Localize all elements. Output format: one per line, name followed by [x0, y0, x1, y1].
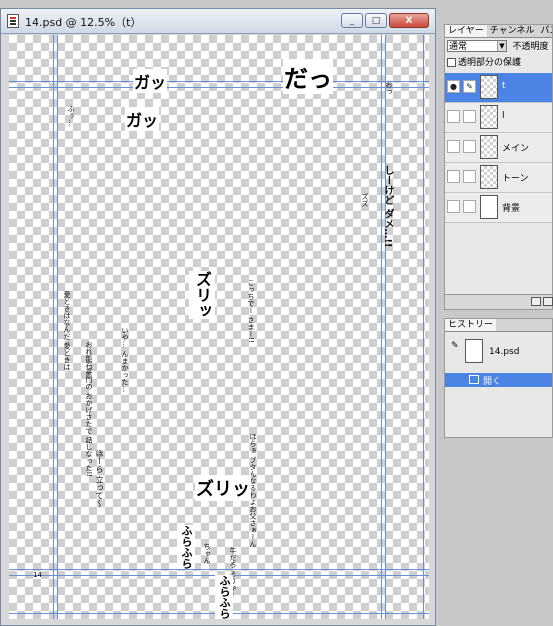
dialogue-text: 愛ときはなんだ 愛ときは	[63, 291, 71, 371]
document-title-bar[interactable]: 14.psd @ 12.5%（t） _ □ X	[1, 9, 435, 34]
sfx-text: ガッ	[133, 69, 168, 93]
link-toggle[interactable]	[463, 140, 476, 153]
sfx-text: ふらふら	[215, 575, 233, 619]
sfx-text: ふらふら	[177, 525, 195, 569]
document-canvas[interactable]: ガッ ガッ だっ おっ ふぅ… しーけど ダメ…!! ズズ ズリッ こっちでー …	[9, 35, 429, 619]
dialogue-text: おれ能石豪門の おかげさたで 詰しなった!!	[85, 341, 93, 478]
guide-line	[423, 35, 424, 619]
visibility-toggle[interactable]	[447, 200, 460, 213]
link-toggle[interactable]	[463, 170, 476, 183]
maximize-button[interactable]: □	[365, 13, 387, 28]
lock-transparency-label: 透明部分の保護	[458, 58, 522, 67]
chevron-down-icon: ▼	[497, 41, 506, 51]
visibility-toggle[interactable]	[447, 110, 460, 123]
dialogue-text: おっ	[385, 81, 393, 95]
layer-thumbnail	[480, 105, 498, 129]
history-panel-tabs: ヒストリー	[445, 319, 552, 332]
layers-list: ● ✎ t l メイン トーン 背景	[445, 73, 552, 223]
link-toggle[interactable]	[463, 110, 476, 123]
document-title: 14.psd @ 12.5%（t）	[25, 16, 142, 29]
sfx-text: ズリッ	[195, 475, 251, 501]
sfx-text: ガッ	[125, 107, 160, 131]
minimize-button[interactable]: _	[341, 13, 363, 28]
blend-mode-select[interactable]: 通常 ▼	[447, 40, 507, 52]
dialogue-text: ほーら 立って〜	[95, 449, 104, 508]
page-number: 14	[33, 571, 42, 579]
dialogue-text: ズズ	[361, 193, 369, 207]
guide-line	[9, 87, 429, 88]
document-window: 14.psd @ 12.5%（t） _ □ X ガッ ガッ だっ おっ ふぅ… …	[0, 8, 436, 626]
visibility-toggle[interactable]	[447, 170, 460, 183]
sfx-text: ズリッ	[189, 271, 215, 319]
dialogue-text: いや… んまかった…	[121, 327, 129, 393]
layers-panel-footer	[445, 294, 553, 309]
layer-thumbnail	[480, 75, 498, 99]
layer-name: t	[502, 81, 506, 91]
tab-layers[interactable]: レイヤー	[445, 25, 487, 37]
layer-row[interactable]: l	[445, 103, 552, 133]
dialogue-text: こっちでー さまー!!	[247, 279, 255, 343]
tab-paths[interactable]: パス	[537, 25, 552, 37]
lock-row: 透明部分の保護	[447, 55, 552, 67]
dialogue-text: しーけど ダメ…!!	[382, 165, 393, 248]
dialogue-text: ちゃん	[203, 543, 211, 564]
workspace-background	[444, 446, 553, 626]
layer-name: メイン	[502, 144, 530, 154]
opacity-label: 不透明度	[512, 42, 549, 52]
layer-row[interactable]: 背景	[445, 193, 552, 223]
delete-layer-icon[interactable]	[543, 297, 553, 306]
history-state-row[interactable]: 開く	[445, 373, 552, 387]
guide-line	[9, 81, 429, 82]
layer-row[interactable]: メイン	[445, 133, 552, 163]
close-button[interactable]: X	[389, 13, 429, 28]
guide-line	[57, 35, 58, 619]
layer-thumbnail	[480, 165, 498, 189]
psd-document-icon	[7, 14, 19, 28]
snapshot-brush-icon[interactable]: ✎	[451, 341, 461, 353]
blend-mode-value: 通常	[449, 42, 468, 52]
history-panel: ヒストリー ✎ 14.psd 開く	[444, 318, 553, 438]
new-layer-icon[interactable]	[531, 297, 541, 306]
layers-panel: レイヤーチャンネルパス 通常 ▼ 不透明度 透明部分の保護 ● ✎ t l メイン	[444, 24, 553, 310]
layer-thumbnail	[480, 135, 498, 159]
guide-line	[9, 569, 429, 570]
eye-icon[interactable]: ●	[447, 80, 460, 93]
layer-name: l	[502, 111, 505, 121]
layer-name: 背景	[502, 204, 521, 214]
tab-history[interactable]: ヒストリー	[445, 319, 497, 331]
layer-row[interactable]: トーン	[445, 163, 552, 193]
lock-transparency-checkbox[interactable]	[447, 58, 456, 67]
history-state-label: 開く	[483, 377, 502, 387]
guide-line	[381, 35, 382, 619]
window-controls: _ □ X	[341, 13, 429, 28]
link-toggle[interactable]	[463, 200, 476, 213]
dialogue-text: ふぅ…	[67, 105, 75, 126]
sfx-text: だっ	[283, 59, 333, 94]
layer-name: トーン	[502, 174, 529, 184]
brush-icon[interactable]: ✎	[463, 80, 476, 93]
snapshot-thumbnail[interactable]	[465, 339, 483, 363]
layer-thumbnail	[480, 195, 498, 219]
open-document-icon	[469, 375, 479, 384]
visibility-toggle[interactable]	[447, 140, 460, 153]
guide-line	[53, 35, 54, 619]
layers-panel-tabs: レイヤーチャンネルパス	[445, 25, 552, 38]
snapshot-name: 14.psd	[489, 347, 520, 357]
blend-row: 通常 ▼ 不透明度	[447, 39, 552, 53]
tab-channels[interactable]: チャンネル	[487, 25, 538, 37]
guide-line	[385, 35, 386, 619]
layer-row[interactable]: ● ✎ t	[445, 73, 552, 103]
